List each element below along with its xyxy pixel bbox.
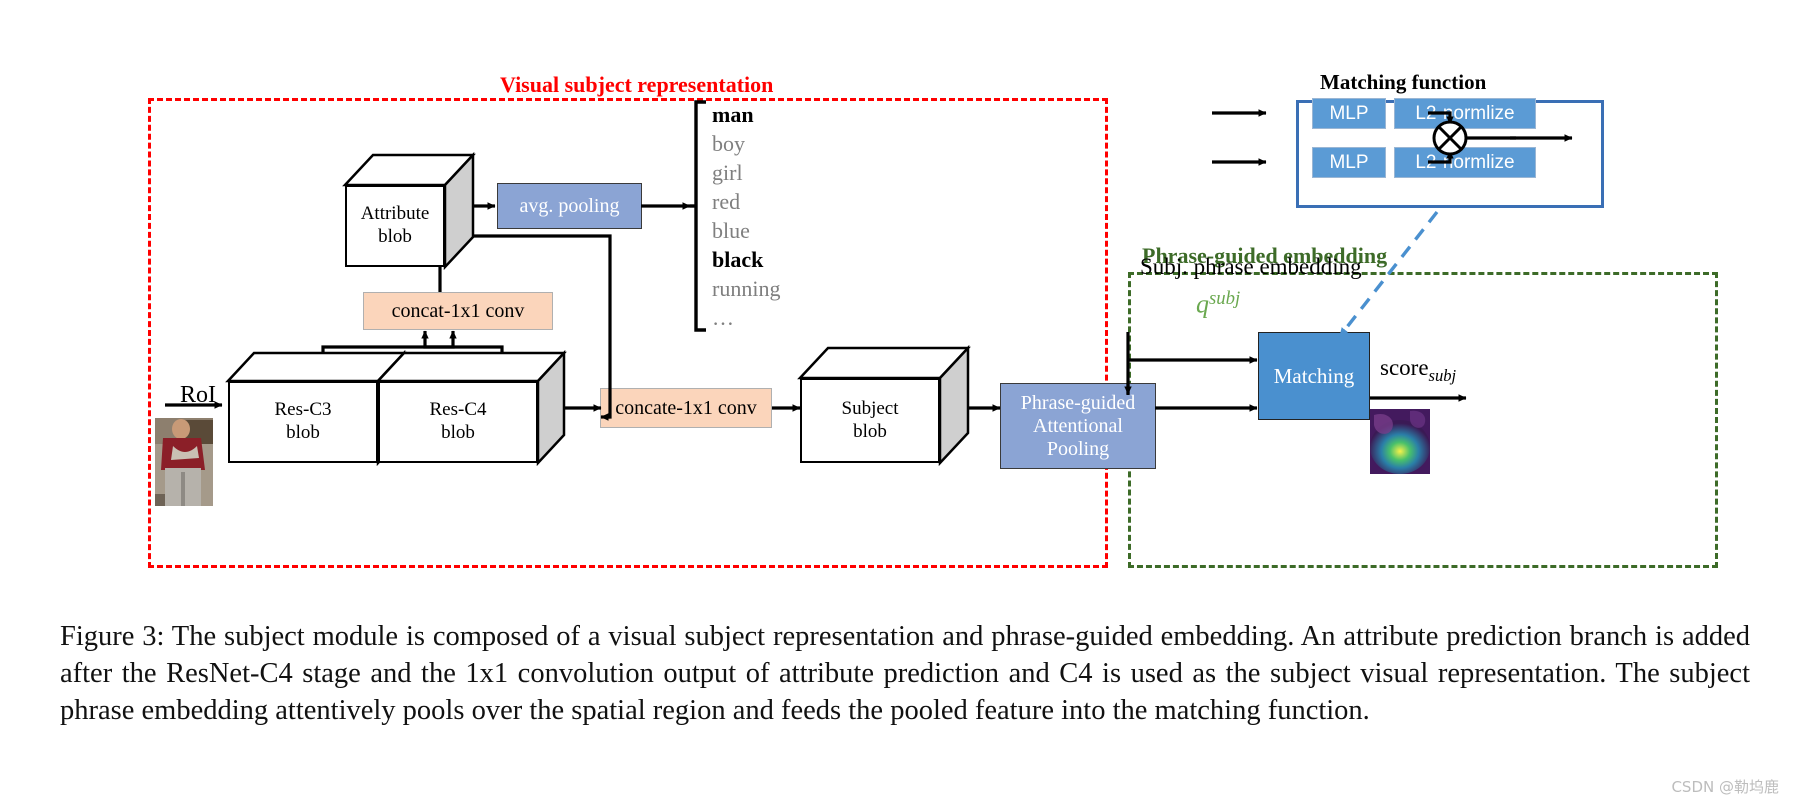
- attribute-blob-line1: Attribute: [360, 203, 430, 225]
- attribute-word: red: [712, 189, 741, 214]
- concat-1x1-conv-box[interactable]: concat-1x1 conv: [363, 292, 553, 330]
- roi-label: RoI: [180, 382, 216, 408]
- score-subscript: subj: [1428, 365, 1457, 385]
- attribute-blob: Attribute blob: [342, 151, 476, 271]
- attribute-word: blue: [712, 218, 750, 243]
- pooling-line-3: Pooling: [1046, 437, 1110, 460]
- attribute-word-list: man boy girl red blue black running …: [712, 100, 780, 332]
- visual-subject-region-title: Visual subject representation: [500, 72, 774, 97]
- q-symbol-superscript: subj: [1209, 288, 1241, 309]
- attention-heatmap-thumbnail: [1370, 409, 1430, 474]
- res-c4-blob: Res-C4 blob: [375, 349, 568, 467]
- res-c4-blob-line2: blob: [441, 422, 475, 443]
- score-subj-label: scoresubj: [1380, 355, 1456, 386]
- pooling-line-1: Phrase-guided: [1020, 391, 1136, 414]
- q-subj-symbol: qsubj: [1196, 288, 1240, 319]
- matching-box[interactable]: Matching: [1258, 332, 1370, 420]
- l2-normalize-bottom-box[interactable]: L2-normlize: [1394, 147, 1536, 178]
- attribute-word: girl: [712, 160, 743, 185]
- matching-function-region-title: Matching function: [1320, 70, 1487, 94]
- subject-blob: Subject blob: [797, 344, 971, 467]
- attribute-word-ellipsis: …: [712, 305, 738, 330]
- attribute-word: boy: [712, 131, 745, 156]
- subject-blob-line1: Subject: [841, 397, 899, 419]
- pooling-line-2: Attentional: [1033, 414, 1123, 437]
- res-c3-blob-line1: Res-C3: [274, 399, 332, 421]
- attribute-word: man: [712, 102, 754, 127]
- res-c4-blob-line1: Res-C4: [429, 399, 487, 421]
- attribute-word: black: [712, 247, 764, 272]
- res-c3-blob-line2: blob: [286, 422, 320, 443]
- roi-image-thumbnail: [155, 418, 213, 506]
- visual-subject-region: [148, 98, 1108, 568]
- mlp-bottom-box[interactable]: MLP: [1312, 147, 1386, 178]
- mlp-top-box[interactable]: MLP: [1312, 98, 1386, 129]
- csdn-watermark: CSDN @勒坞鹿: [1671, 778, 1779, 796]
- avg-pooling-box[interactable]: avg. pooling: [497, 183, 642, 229]
- score-base: score: [1380, 355, 1429, 380]
- attribute-word: running: [712, 276, 781, 301]
- figure-caption: Figure 3: The subject module is composed…: [60, 621, 1750, 726]
- subject-blob-line2: blob: [853, 420, 887, 442]
- attribute-blob-line2: blob: [378, 226, 412, 247]
- l2-normalize-top-box[interactable]: L2-normlize: [1394, 98, 1536, 129]
- q-symbol-base: q: [1196, 289, 1209, 319]
- concate-1x1-conv-box[interactable]: concate-1x1 conv: [600, 388, 772, 428]
- phrase-guided-attentional-pooling-box[interactable]: Phrase-guided Attentional Pooling: [1000, 383, 1156, 469]
- subj-phrase-embedding-label: Subj. phrase embedding: [1140, 254, 1362, 279]
